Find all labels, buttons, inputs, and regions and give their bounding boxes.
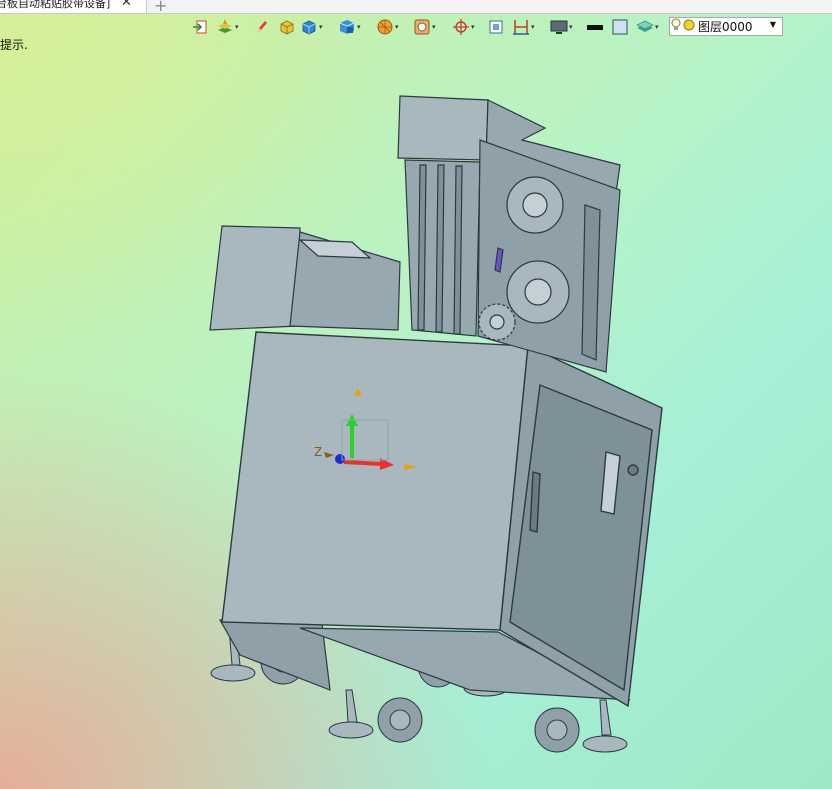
z-axis-origin <box>335 454 345 464</box>
leveling-foot <box>328 721 374 739</box>
cabinet-front-panel <box>221 331 529 631</box>
leveling-foot <box>345 689 358 723</box>
upper-mechanism <box>209 95 621 373</box>
x-axis-arrow <box>343 460 383 466</box>
leveling-foot <box>210 664 256 682</box>
top-housing <box>397 95 489 161</box>
leveling-foot <box>582 735 628 753</box>
caster-wheel <box>546 719 568 741</box>
z-axis-label: Z <box>314 445 322 459</box>
door-lock <box>627 464 639 476</box>
leveling-foot <box>599 699 612 736</box>
tape-feeder-housing <box>209 225 301 331</box>
machine-model[interactable]: Z <box>0 0 832 789</box>
caster-wheel <box>389 709 411 731</box>
